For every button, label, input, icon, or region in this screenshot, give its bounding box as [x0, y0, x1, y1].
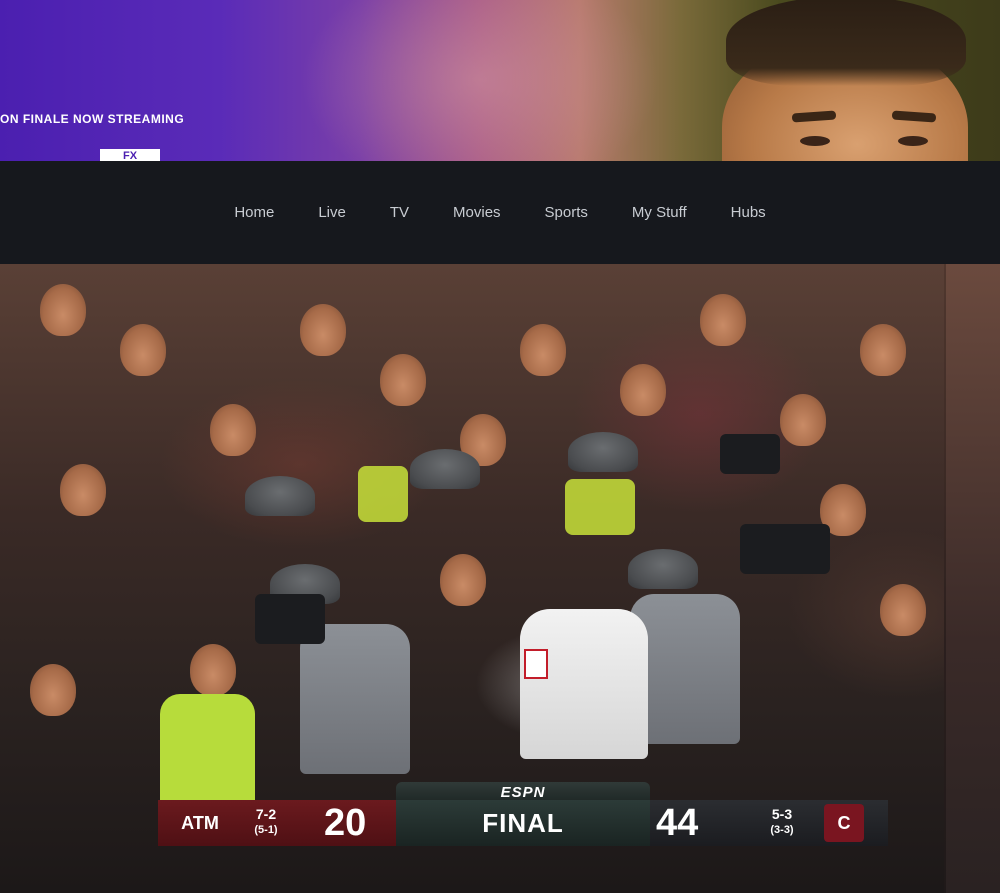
crowd-face — [860, 324, 906, 376]
video-edge-strip — [944, 264, 1000, 893]
green-shirt-fan — [160, 694, 255, 804]
south-carolina-logo: C — [824, 804, 864, 842]
crowd-face — [60, 464, 106, 516]
tv-camera — [740, 524, 830, 574]
safety-vest — [565, 479, 635, 535]
game-status: FINAL — [482, 808, 564, 838]
crowd-face — [30, 664, 76, 716]
tv-camera — [255, 594, 325, 644]
trooper-hat — [245, 476, 315, 516]
trooper-uniform — [300, 624, 410, 774]
safety-vest — [358, 466, 408, 522]
actor-eye-right — [898, 136, 928, 146]
promo-background-glow — [300, 0, 660, 161]
nav-item-tv[interactable]: TV — [368, 204, 431, 221]
score-bug: ATM 7-2 (5-1) 20 FINAL 44 5-3 (3-3) C — [158, 800, 888, 846]
fx-logo: FX — [100, 149, 160, 161]
home-conference-record: (3-3) — [770, 824, 794, 836]
home-team-panel: 44 5-3 (3-3) C — [650, 800, 888, 846]
home-record: 5-3 — [771, 806, 793, 822]
nav-item-movies[interactable]: Movies — [431, 204, 523, 221]
texas-am-logo: ATM — [181, 813, 219, 833]
nav-item-live[interactable]: Live — [296, 204, 368, 221]
crowd-face — [40, 284, 86, 336]
promo-tagline: ON FINALE NOW STREAMING — [0, 112, 185, 126]
crowd-face — [300, 304, 346, 356]
crowd-face — [520, 324, 566, 376]
away-conference-record: (5-1) — [254, 824, 278, 836]
crowd-face — [120, 324, 166, 376]
nav-item-sports[interactable]: Sports — [523, 204, 610, 221]
crowd-face — [780, 394, 826, 446]
nav-items: Home Live TV Movies Sports My Stuff Hubs — [0, 161, 1000, 264]
actor-hair — [726, 0, 966, 86]
trooper-hat — [410, 449, 480, 489]
promo-banner[interactable]: ON FINALE NOW STREAMING FX — [0, 0, 1000, 161]
game-status-panel: FINAL — [396, 800, 650, 846]
nav-item-home[interactable]: Home — [212, 204, 296, 221]
crowd-face — [190, 644, 236, 696]
tv-camera — [720, 434, 780, 474]
actor-eye-left — [800, 136, 830, 146]
crowd-face — [380, 354, 426, 406]
main-nav: Home Live TV Movies Sports My Stuff Hubs — [0, 161, 1000, 264]
away-team-panel: ATM 7-2 (5-1) 20 — [158, 800, 396, 846]
coach-shirt — [520, 609, 648, 759]
espn-microphone — [524, 649, 548, 679]
crowd-face — [210, 404, 256, 456]
away-score: 20 — [324, 802, 367, 844]
crowd-face — [620, 364, 666, 416]
nav-item-hubs[interactable]: Hubs — [709, 204, 788, 221]
promo-actor-image — [722, 0, 972, 161]
crowd-face — [880, 584, 926, 636]
trooper-hat — [628, 549, 698, 589]
away-record: 7-2 — [255, 806, 277, 822]
crowd-face — [700, 294, 746, 346]
nav-item-my-stuff[interactable]: My Stuff — [610, 204, 709, 221]
trooper-hat — [568, 432, 638, 472]
crowd-face — [440, 554, 486, 606]
home-score: 44 — [656, 802, 699, 844]
